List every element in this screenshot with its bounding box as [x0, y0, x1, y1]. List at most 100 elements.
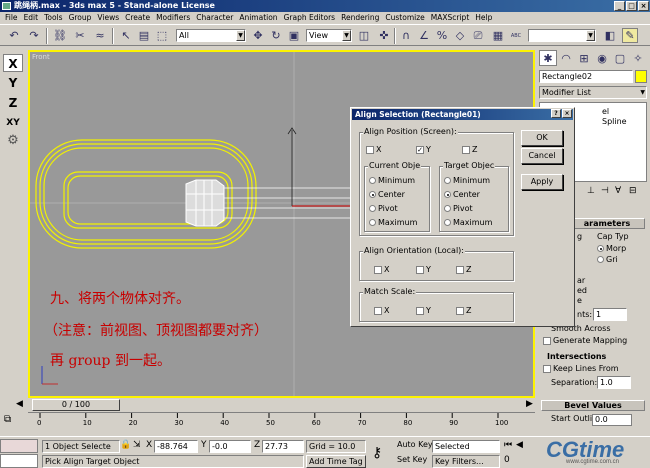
minimize-button[interactable]: _ [614, 1, 625, 11]
orient-y-checkbox[interactable] [416, 265, 424, 274]
current-maximum-option[interactable]: Maximum [369, 218, 417, 227]
cap-type-morph[interactable]: Morp [597, 244, 626, 253]
target-pivot-radio[interactable] [444, 205, 451, 212]
select-and-move-icon[interactable]: ✥ [250, 28, 266, 43]
segments-spinner[interactable]: 1 [593, 308, 627, 321]
target-minimum-option[interactable]: Minimum [444, 176, 490, 185]
scale-x-checkbox[interactable] [374, 306, 382, 315]
named-selection-dropdown[interactable]: ▼ [528, 29, 596, 42]
current-minimum-radio[interactable] [369, 177, 376, 184]
ok-button[interactable]: OK [521, 130, 563, 146]
start-outline-spinner[interactable]: 0.0 [592, 414, 632, 426]
bevel-values-rollout-header[interactable]: Bevel Values [541, 400, 645, 411]
generate-mapping-checkbox[interactable] [543, 336, 551, 345]
menu-customize[interactable]: Customize [382, 12, 427, 24]
unlink-icon[interactable]: ✂ [72, 28, 88, 43]
menu-views[interactable]: Views [94, 12, 122, 24]
angle-snap-icon[interactable]: ∠ [416, 28, 432, 43]
target-maximum-option[interactable]: Maximum [444, 218, 492, 227]
select-object-icon[interactable]: ↖ [118, 28, 134, 43]
restrict-y-button[interactable]: Y [3, 74, 23, 92]
bind-space-warp-icon[interactable]: ≈ [92, 28, 108, 43]
apply-button[interactable]: Apply [521, 174, 563, 190]
orient-z-checkbox[interactable] [456, 265, 464, 274]
align-y-checkbox[interactable]: ✓ [416, 145, 424, 154]
utilities-tab-icon[interactable]: ✧ [629, 50, 647, 66]
create-tab-icon[interactable]: ✱ [539, 50, 557, 66]
named-selection-sets-icon[interactable]: ⎚ [470, 28, 486, 43]
time-slider-thumb[interactable]: 0 / 100 [32, 399, 120, 411]
undo-icon[interactable]: ↶ [6, 28, 22, 43]
selection-filter-dropdown[interactable]: All ▼ [176, 29, 246, 42]
selection-region-icon[interactable]: ⬚ [154, 28, 170, 43]
time-slider[interactable]: 0 / 100 ◀ ▶ [16, 398, 535, 412]
target-minimum-radio[interactable] [444, 177, 451, 184]
percent-snap-icon[interactable]: % [434, 28, 450, 43]
menu-graph-editors[interactable]: Graph Editors [281, 12, 339, 24]
mirror-icon[interactable]: ◧ [602, 28, 618, 43]
target-pivot-option[interactable]: Pivot [444, 204, 473, 213]
orient-x-option[interactable]: X [374, 265, 389, 274]
target-center-option[interactable]: Center [444, 190, 480, 199]
snap-toggle-icon[interactable]: ∩ [398, 28, 414, 43]
select-by-name-icon[interactable]: ▤ [136, 28, 152, 43]
maximize-button[interactable]: □ [626, 1, 637, 11]
menu-tools[interactable]: Tools [41, 12, 65, 24]
slider-next-icon[interactable]: ▶ [526, 399, 533, 409]
dialog-close-button[interactable]: × [562, 109, 572, 118]
maxscript-listener-mini[interactable] [0, 439, 38, 453]
current-pivot-option[interactable]: Pivot [369, 204, 398, 213]
align-y-option[interactable]: ✓ Y [416, 145, 431, 154]
absolute-mode-icon[interactable]: ⇲ [133, 440, 141, 450]
align-x-option[interactable]: X [366, 145, 381, 154]
menu-group[interactable]: Group [66, 12, 95, 24]
target-maximum-radio[interactable] [444, 219, 451, 226]
restrict-x-button[interactable]: X [3, 54, 23, 72]
mirror-abc-icon[interactable]: ABC [508, 28, 524, 43]
object-name-field[interactable]: Rectangle02 [539, 70, 633, 83]
menu-maxscript[interactable]: MAXScript [428, 12, 473, 24]
stack-item-partial-2[interactable]: Spline [602, 117, 627, 126]
restrict-xy-button[interactable]: XY [3, 114, 23, 132]
cancel-button[interactable]: Cancel [521, 148, 563, 164]
goto-start-icon[interactable]: ⏮ [504, 440, 512, 450]
hierarchy-tab-icon[interactable]: ⊞ [575, 50, 593, 66]
scale-z-checkbox[interactable] [456, 306, 464, 315]
menu-create[interactable]: Create [122, 12, 153, 24]
select-and-scale-icon[interactable]: ▣ [286, 28, 302, 43]
current-pivot-radio[interactable] [369, 205, 376, 212]
scale-z-option[interactable]: Z [456, 306, 471, 315]
menu-animation[interactable]: Animation [236, 12, 280, 24]
object-color-swatch[interactable] [635, 70, 647, 83]
orient-x-checkbox[interactable] [374, 265, 382, 274]
remove-modifier-icon[interactable]: ⊟ [629, 186, 637, 196]
show-end-result-icon[interactable]: ⊣ [601, 186, 609, 196]
display-tab-icon[interactable]: ▢ [611, 50, 629, 66]
make-unique-icon[interactable]: ∀ [615, 186, 621, 196]
stack-item-partial-1[interactable]: el [602, 107, 609, 116]
track-bar[interactable]: 0 10 20 30 40 50 60 70 80 90 100 [28, 412, 535, 427]
keep-lines-checkbox[interactable] [543, 364, 551, 373]
modify-tab-icon[interactable]: ◠ [557, 50, 575, 66]
menu-modifiers[interactable]: Modifiers [153, 12, 193, 24]
add-time-tag-button[interactable]: Add Time Tag [306, 455, 366, 468]
align-z-option[interactable]: Z [462, 145, 477, 154]
keep-lines-option[interactable]: Keep Lines From [543, 364, 619, 373]
spinner-snap-icon[interactable]: ◇ [452, 28, 468, 43]
scale-y-checkbox[interactable] [416, 306, 424, 315]
x-coord-field[interactable]: -88.764 [154, 440, 198, 453]
orient-z-option[interactable]: Z [456, 265, 471, 274]
scale-x-option[interactable]: X [374, 306, 389, 315]
maxscript-input-mini[interactable] [0, 454, 38, 468]
key-icon[interactable]: ⚷ [372, 445, 382, 461]
slider-prev-icon[interactable]: ◀ [16, 399, 23, 409]
prev-frame-icon[interactable]: ◀ [516, 440, 523, 450]
select-and-rotate-icon[interactable]: ↻ [268, 28, 284, 43]
menu-rendering[interactable]: Rendering [338, 12, 382, 24]
select-link-icon[interactable]: ⛓ [52, 28, 68, 43]
separation-spinner[interactable]: 1.0 [597, 376, 631, 389]
reference-coord-dropdown[interactable]: View ▼ [306, 29, 352, 42]
target-center-radio[interactable] [444, 191, 451, 198]
menu-edit[interactable]: Edit [21, 12, 42, 24]
open-curve-editor-icon[interactable]: ⧉ [4, 414, 11, 425]
